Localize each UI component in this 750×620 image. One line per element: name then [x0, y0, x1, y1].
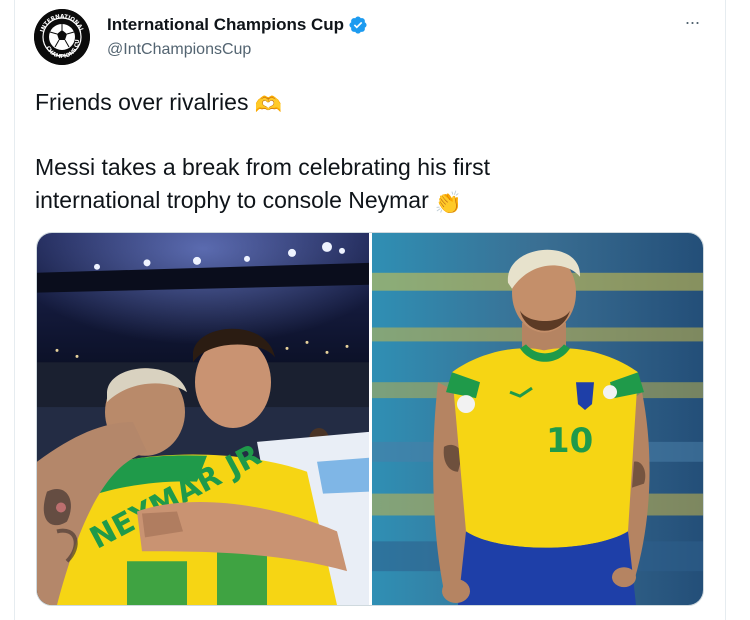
tweet-media-grid: NEYMAR JR 10 — [36, 232, 704, 606]
photo-neymar-crying[interactable]: 10 — [372, 233, 703, 605]
account-handle[interactable]: @IntChampionsCup — [107, 41, 251, 59]
more-options-icon[interactable]: ··· — [680, 12, 704, 32]
tweet-text-line-2: Messi takes a break from celebrating his… — [35, 154, 491, 180]
tweet-text: Friends over rivalries — [35, 89, 249, 115]
account-display-name[interactable]: International Champions Cup — [107, 15, 368, 35]
tweet-text-line-3: international trophy to console Neymar 👏 — [35, 184, 462, 219]
photo-messi-neymar-hug[interactable]: NEYMAR JR — [37, 233, 369, 605]
avatar[interactable]: INTERNATIONAL CHAMPIONS CUP — [34, 9, 90, 65]
tweet-text: international trophy to console Neymar — [35, 187, 429, 213]
heart-hands-emoji-icon: 🫶 — [254, 92, 282, 117]
tweet-text-line-1: Friends over rivalries 🫶 — [35, 86, 282, 121]
verified-badge-icon — [348, 15, 368, 35]
display-name-text[interactable]: International Champions Cup — [107, 15, 344, 35]
icc-logo-icon: INTERNATIONAL CHAMPIONS CUP — [34, 9, 90, 65]
clapping-hands-emoji-icon: 👏 — [434, 190, 463, 215]
jersey-number-text: 10 — [546, 421, 593, 460]
